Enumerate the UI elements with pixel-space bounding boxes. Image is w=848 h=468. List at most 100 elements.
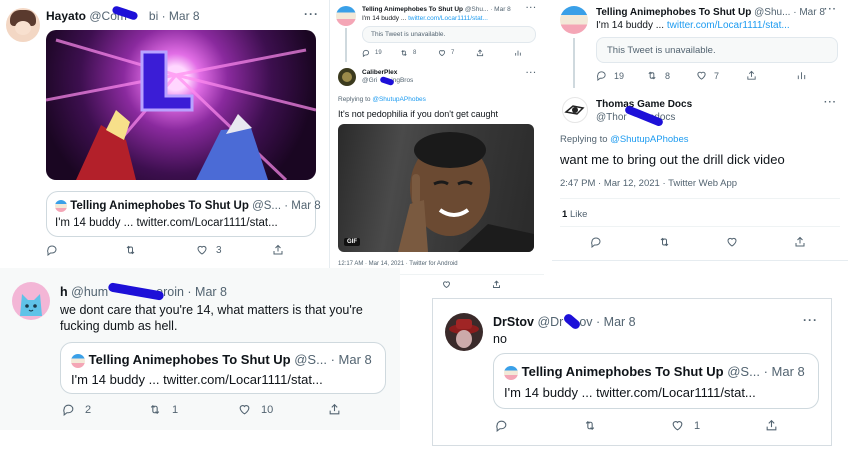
author-name[interactable]: DrStov (493, 315, 534, 329)
tweet-timestamp[interactable]: 12:17 AM · Mar 14, 2021 · Twitter for An… (338, 261, 458, 267)
share-button[interactable] (794, 236, 806, 248)
quoted-text: I'm 14 buddy ... (596, 20, 665, 31)
more-icon[interactable]: ··· (304, 7, 319, 21)
tweet-hayato: Hayato @Com bi · Mar 8 ··· Telling Animep… (0, 0, 330, 268)
more-icon[interactable]: ··· (824, 4, 837, 15)
avatar[interactable] (445, 313, 483, 351)
heart-icon (672, 421, 683, 431)
avatar[interactable] (6, 8, 40, 42)
retweet-button[interactable] (124, 244, 196, 256)
retweet-icon (660, 237, 669, 247)
retweet-button[interactable] (658, 236, 726, 248)
analytics-button[interactable] (796, 70, 807, 81)
quoted-avatar[interactable] (336, 6, 356, 26)
like-button[interactable]: 3 (196, 244, 272, 256)
retweet-button[interactable]: 8 (400, 49, 438, 57)
author-handle[interactable]: @Gri (362, 77, 377, 84)
tweet-text: want me to bring out the drill dick vide… (560, 152, 785, 167)
thread-line (345, 28, 347, 62)
reply-button[interactable] (495, 419, 583, 432)
reply-button[interactable] (46, 244, 124, 256)
tweet-drstov: DrStov @Dr ov · Mar 8 ··· no Telling Anim… (432, 298, 832, 446)
avatar[interactable] (562, 97, 588, 123)
share-button[interactable] (492, 280, 501, 289)
share-button[interactable] (746, 70, 796, 81)
quoted-date: Mar 8 (771, 364, 805, 379)
quoted-avatar (55, 200, 67, 212)
like-count: 10 (261, 403, 274, 416)
share-button[interactable] (765, 419, 778, 432)
reply-button[interactable] (590, 236, 658, 248)
quoted-author-name[interactable]: Telling Animephobes To Shut Up (362, 6, 463, 13)
like-button[interactable]: 1 (671, 419, 765, 432)
quoted-link[interactable]: twitter.com/Locar1111/stat... (408, 15, 488, 22)
analytics-icon (515, 50, 521, 56)
quoted-tweet[interactable]: Telling Animephobes To Shut Up @S... · M… (46, 191, 321, 237)
share-icon (273, 244, 283, 255)
author-name[interactable]: CaliberPlex (362, 69, 413, 76)
quoted-avatar[interactable] (560, 6, 588, 34)
share-icon (795, 236, 805, 247)
cat-avatar-icon (20, 294, 42, 316)
analytics-button[interactable] (514, 49, 522, 57)
quoted-author-name: Telling Animephobes To Shut Up (521, 364, 724, 379)
author-name[interactable]: h (60, 285, 68, 299)
quoted-link[interactable]: twitter.com/Locar1111/stat... (667, 20, 790, 31)
like-button[interactable] (442, 280, 492, 289)
more-icon[interactable]: ··· (824, 97, 837, 108)
quoted-author-handle: @S... (727, 364, 760, 379)
hat-avatar-icon (449, 319, 479, 348)
reply-button[interactable]: 19 (362, 49, 400, 57)
more-icon[interactable]: ··· (803, 313, 818, 327)
quoted-tweet[interactable]: Telling Animephobes To Shut Up @S... · M… (60, 342, 386, 394)
retweet-icon (126, 245, 135, 255)
reply-count: 2 (85, 403, 92, 416)
share-icon (493, 280, 500, 288)
tweet-date[interactable]: · Mar 8 (187, 285, 227, 299)
share-button[interactable] (476, 49, 514, 57)
reply-button[interactable]: 2 (62, 403, 148, 416)
replying-to-link[interactable]: @ShutupAPhobes (610, 134, 688, 145)
tweet-text-line-2: fucking dumb as hell. (60, 319, 178, 333)
quoted-author-name: Telling Animephobes To Shut Up (88, 352, 291, 367)
tweet-timestamp[interactable]: 2:47 PM · Mar 12, 2021 · Twitter Web App (560, 178, 737, 189)
like-button[interactable] (726, 236, 794, 248)
reply-button[interactable]: 19 (596, 70, 646, 81)
avatar[interactable] (338, 68, 356, 86)
share-button[interactable] (328, 403, 341, 416)
gif-badge: GIF (344, 238, 360, 246)
retweet-button[interactable]: 1 (148, 403, 238, 416)
tweet-media-image[interactable] (46, 30, 316, 180)
author-handle[interactable]: @Thor (596, 112, 627, 123)
more-icon[interactable]: ··· (526, 3, 537, 12)
like-button[interactable]: 7 (438, 49, 476, 57)
likes-stat[interactable]: 1 Like (562, 209, 587, 220)
tweet-date[interactable]: · Mar 8 (596, 315, 636, 329)
more-icon[interactable]: ··· (526, 68, 537, 77)
quoted-author-name[interactable]: Telling Animephobes To Shut Up (596, 7, 751, 18)
analytics-icon (797, 72, 806, 80)
tweet-gif[interactable]: GIF (338, 124, 534, 252)
author-handle[interactable]: @hum (71, 285, 108, 299)
action-bar: 19 8 7 (362, 49, 522, 57)
like-button[interactable]: 7 (696, 70, 746, 81)
author-handle[interactable]: @Dr (537, 315, 563, 329)
retweet-button[interactable] (583, 419, 671, 432)
share-icon (747, 70, 756, 80)
retweet-button[interactable]: 8 (646, 70, 696, 81)
author-name[interactable]: Thomas Game Docs (596, 99, 692, 110)
share-button[interactable] (272, 244, 284, 256)
quoted-author-handle[interactable]: @Shu... · Mar 8 (465, 6, 511, 13)
tweet-date[interactable]: · Mar 8 (162, 9, 200, 23)
replying-to-link[interactable]: @ShutupAPhobes (372, 96, 426, 103)
retweet-icon (648, 71, 656, 80)
author-name[interactable]: Hayato (46, 9, 86, 23)
heart-icon (438, 50, 446, 57)
quoted-author-handle[interactable]: @Shu... · Mar 8 (754, 7, 825, 18)
avatar[interactable] (12, 282, 50, 320)
like-button[interactable]: 10 (238, 403, 328, 416)
action-bar: 1 (495, 419, 778, 432)
reply-icon (47, 245, 57, 256)
share-icon (476, 49, 484, 57)
quoted-tweet[interactable]: Telling Animephobes To Shut Up @S... · M… (493, 353, 819, 409)
